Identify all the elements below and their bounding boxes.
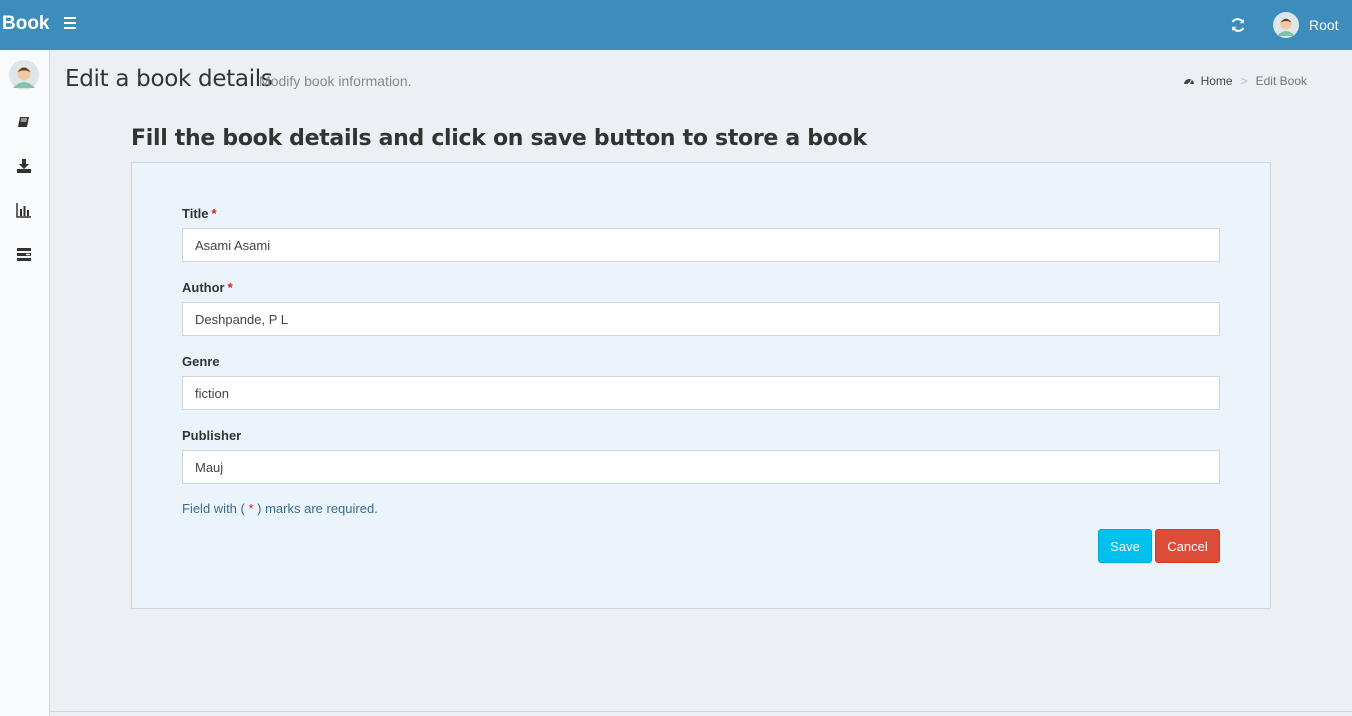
save-button[interactable]: Save: [1098, 529, 1152, 563]
page-title: Edit a book details: [65, 66, 273, 92]
sidebar: [0, 50, 50, 716]
publisher-input[interactable]: [182, 450, 1220, 484]
menu-toggle-icon[interactable]: [64, 17, 76, 31]
title-input[interactable]: [182, 228, 1220, 262]
breadcrumb-home[interactable]: Home: [1201, 74, 1233, 88]
required-mark: *: [227, 280, 233, 295]
book-icon[interactable]: [16, 114, 32, 130]
page-subtitle: Modify book information.: [259, 73, 412, 89]
required-help-text: Field with ( * ) marks are required.: [182, 501, 378, 516]
book-form: Title* Author* Genre Publisher Field wit…: [131, 162, 1271, 609]
breadcrumb-current: Edit Book: [1255, 74, 1307, 88]
breadcrumb-separator: >: [1240, 74, 1248, 88]
user-name[interactable]: Root: [1309, 17, 1339, 33]
main-content: Edit a book details Modify book informat…: [50, 50, 1352, 716]
list-icon[interactable]: [16, 246, 32, 262]
required-mark: *: [211, 206, 217, 221]
refresh-icon[interactable]: [1229, 16, 1247, 34]
brand-logo[interactable]: Book: [2, 13, 50, 35]
breadcrumb: Home > Edit Book: [1183, 74, 1307, 88]
publisher-label: Publisher: [182, 428, 242, 443]
author-label: Author *: [182, 280, 233, 295]
title-label: Title *: [182, 206, 217, 221]
form-heading: Fill the book details and click on save …: [131, 126, 867, 151]
dashboard-icon: [1183, 79, 1194, 86]
user-avatar[interactable]: [1273, 12, 1299, 38]
genre-input[interactable]: [182, 376, 1220, 410]
top-navbar: Book Root: [0, 0, 1352, 50]
author-input[interactable]: [182, 302, 1220, 336]
download-icon[interactable]: [16, 158, 32, 174]
cancel-button[interactable]: Cancel: [1155, 529, 1220, 563]
sidebar-avatar: [9, 60, 39, 90]
bar-chart-icon[interactable]: [16, 202, 32, 218]
footer-divider: [50, 711, 1352, 712]
genre-label: Genre: [182, 354, 220, 369]
